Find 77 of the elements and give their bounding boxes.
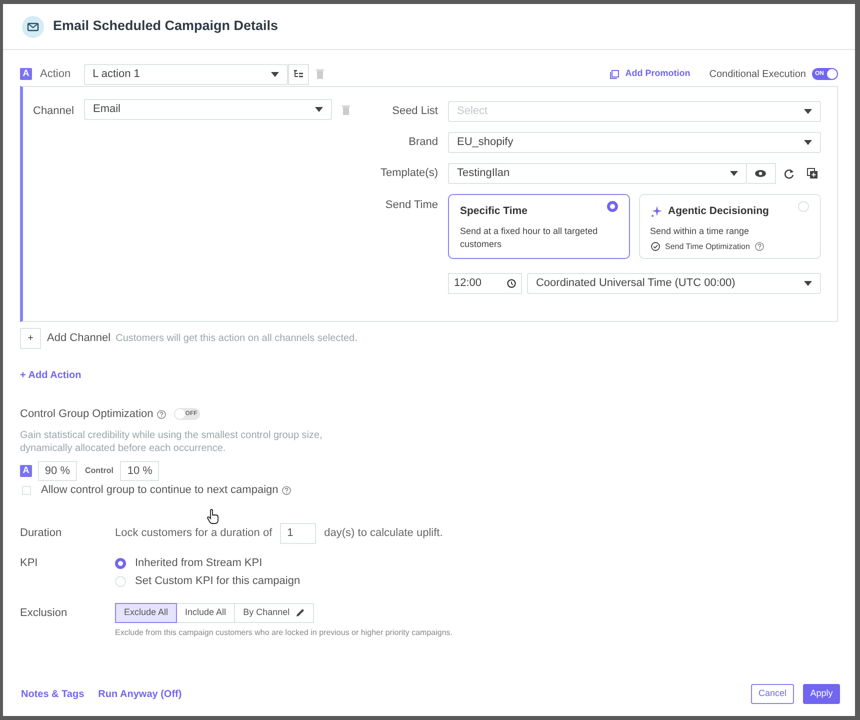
template-select[interactable]: TestingIlan (448, 163, 747, 184)
control-group-description: Gain statistical credibility while using the smallest control group size, dynamically allocated before each occurrence. (20, 428, 324, 454)
option-title: Specific Time (460, 204, 528, 219)
duration-field[interactable]: 1 (280, 522, 316, 544)
field-label: Brand (408, 135, 439, 150)
radio-label: Inherited from Stream KPI (135, 556, 262, 572)
add-channel-button[interactable]: + (20, 328, 41, 349)
duration-label: Duration (20, 526, 63, 541)
field-label: Send Time (384, 198, 439, 213)
option-description: Send within a time range (650, 224, 750, 238)
check-circle-icon (650, 242, 660, 252)
trash-icon (342, 105, 350, 115)
preview-button[interactable] (746, 163, 776, 184)
radio-button[interactable] (606, 201, 618, 212)
cancel-button[interactable]: Cancel (751, 684, 794, 704)
field-label: Template(s) (380, 166, 439, 182)
option-card[interactable]: Specific Time Send at a fixed hour to all targeted customers (448, 194, 630, 259)
segment-button[interactable]: Exclude All (115, 602, 178, 622)
caret-icon (314, 107, 323, 112)
caret-icon (804, 140, 812, 145)
hand-cursor-icon (207, 509, 219, 524)
conditional-execution-label: Conditional Execution (709, 68, 806, 82)
envelope-icon (22, 16, 44, 38)
radio-label: Set Custom KPI for this campaign (135, 574, 300, 590)
duplicate-icon (807, 168, 818, 179)
channel-select[interactable]: Email (84, 99, 332, 120)
trash-icon (316, 69, 324, 79)
timezone-select[interactable]: Coordinated Universal Time (UTC 00:00) (526, 273, 821, 294)
duration-text: day(s) to calculate uplift. (324, 526, 443, 541)
option-title: Agentic Decisioning (668, 204, 769, 219)
apply-button[interactable]: Apply (803, 684, 840, 704)
caret-icon (804, 109, 812, 114)
eye-icon (755, 170, 766, 177)
duration-text: Lock customers for a duration of (115, 526, 272, 541)
percent-field[interactable]: 90 % (38, 460, 77, 480)
clock-icon (506, 279, 516, 288)
caret-icon (804, 281, 812, 286)
add-action-link[interactable]: + Add Action (20, 368, 82, 383)
kpi-label: KPI (20, 556, 39, 570)
hierarchy-icon (294, 70, 303, 78)
action-label: Action (40, 66, 71, 82)
group-badge: A (20, 464, 32, 476)
caret-icon (730, 171, 738, 176)
checkbox-label: Allow control group to continue to next campaign (41, 483, 278, 498)
add-promotion-link[interactable]: Add Promotion (610, 67, 690, 81)
footer-link[interactable]: Run Anyway (Off) (98, 686, 182, 702)
exclusion-hint: Exclude from this campaign customers who are locked in previous or higher priority campaigns. (115, 626, 452, 638)
footer-link[interactable]: Notes & Tags (21, 686, 84, 702)
feature-label: Send Time Optimization (664, 240, 750, 253)
add-channel-hint: Customers will get this action on all channels selected. (116, 332, 358, 346)
help-icon (282, 486, 292, 495)
caret-icon (270, 72, 279, 76)
radio-button[interactable] (115, 558, 126, 569)
brand-select[interactable]: EU_shopify (448, 132, 821, 153)
pencil-icon (296, 608, 305, 617)
segment-button[interactable]: By Channel (234, 602, 314, 622)
sparkle-icon (650, 206, 662, 218)
checkbox[interactable] (22, 486, 31, 495)
action-badge: A (20, 68, 32, 80)
refresh-icon (784, 168, 794, 178)
option-card[interactable]: Agentic Decisioning Send within a time range Send Time Optimization (638, 194, 821, 259)
percent-field[interactable]: 10 % (120, 460, 160, 480)
channel-label: Channel (33, 104, 74, 119)
hierarchy-button[interactable] (288, 64, 309, 84)
help-icon (157, 410, 166, 419)
segment-button[interactable]: Include All (176, 602, 236, 622)
action-select[interactable]: L action 1 (84, 64, 288, 84)
control-group-label: Control Group Optimization (20, 407, 154, 422)
control-label: Control (85, 464, 114, 476)
add-channel-label: Add Channel (47, 331, 111, 346)
field-label: Seed List (391, 104, 439, 120)
time-field[interactable]: 12:00 (448, 273, 522, 294)
copy-icon (610, 70, 620, 78)
option-description: Send at a fixed hour to all targeted customers (460, 224, 599, 251)
dialog-title: Email Scheduled Campaign Details (53, 17, 278, 36)
exclusion-label: Exclusion (20, 606, 68, 620)
help-icon (754, 242, 764, 252)
